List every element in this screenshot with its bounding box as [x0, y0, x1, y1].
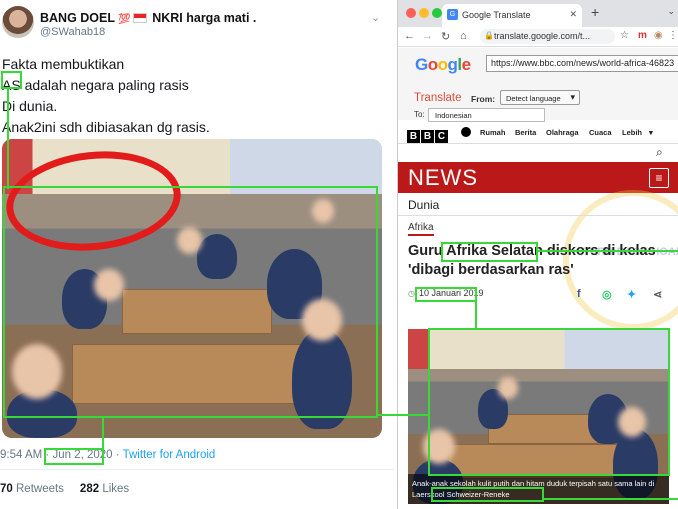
new-tab-icon[interactable]: + [591, 4, 599, 20]
blurred-face [12, 344, 62, 399]
google-logo[interactable]: Google [415, 55, 471, 75]
address-bar: ← → ↻ ⌂ 🔒 translate.google.com/t... ☆ m … [398, 27, 678, 47]
tab-google-translate[interactable]: G Google Translate ✕ [442, 4, 582, 27]
divider [398, 215, 678, 216]
home-icon[interactable]: ⌂ [460, 30, 467, 42]
display-name-suffix: NKRI harga mati . [152, 11, 257, 25]
blurred-face [423, 429, 455, 464]
chevron-down-icon[interactable]: ▾ [649, 128, 653, 137]
tweet-meta: 9:54 AM · Jun 2, 2020 · Twitter for Andr… [0, 449, 216, 461]
forward-icon[interactable]: → [422, 30, 433, 42]
blurred-face [94, 269, 124, 301]
facebook-icon[interactable]: f [577, 288, 581, 300]
bbc-logo[interactable]: BBC [407, 126, 449, 144]
desk [122, 289, 272, 334]
news-title[interactable]: NEWS [408, 165, 478, 191]
from-language-select[interactable]: Detect language [500, 90, 580, 105]
connector-line [544, 498, 678, 500]
retweets-count[interactable]: 70 [0, 483, 13, 495]
user-icon[interactable] [461, 127, 471, 137]
clock-icon: ◷ [408, 289, 415, 298]
divider [0, 469, 394, 470]
tweet-text: Fakta membuktikan AS adalah negara palin… [2, 56, 210, 135]
tweet-panel: BANG DOEL 💯 NKRI harga mati . @SWahab18 … [0, 0, 394, 509]
likes-label[interactable]: Likes [102, 483, 129, 495]
extension-icon[interactable]: m [638, 30, 647, 41]
blurred-face [302, 299, 342, 341]
connector-line [102, 418, 104, 449]
twitter-icon[interactable]: ✦ [627, 288, 636, 301]
bbc-header: BBC Rumah Berita Olahraga Cuaca Lebih ▾ [398, 120, 678, 144]
display-name-text: BANG DOEL [40, 11, 115, 25]
classroom-wall [408, 329, 669, 369]
close-tab-icon[interactable]: ✕ [569, 9, 577, 20]
section-dunia[interactable]: Dunia [408, 198, 439, 212]
from-label: From: [471, 94, 496, 104]
minimize-window-icon[interactable] [419, 8, 429, 18]
article-date: 10 Januari 2019 [419, 288, 484, 298]
user-handle[interactable]: @SWahab18 [40, 26, 105, 38]
retweets-label[interactable]: Retweets [16, 483, 64, 495]
star-icon[interactable]: ☆ [620, 30, 629, 41]
tweet-source-link[interactable]: Twitter for Android [123, 449, 216, 461]
menu-icon[interactable]: ⋮ [668, 30, 678, 41]
google-translate-icon: G [447, 9, 458, 20]
back-icon[interactable]: ← [404, 30, 415, 42]
likes-count[interactable]: 282 [80, 483, 99, 495]
nav-lebih[interactable]: Lebih [622, 128, 642, 137]
article-headline: Guru Afrika Selatan diskors di kelas 'di… [408, 243, 656, 278]
chevron-down-icon[interactable]: ⌄ [371, 11, 380, 24]
article-photo[interactable]: Anak-anak sekolah kulit putih dan hitam … [408, 329, 669, 504]
indonesia-flag-icon [132, 13, 147, 23]
url-text: translate.google.com/t... [494, 31, 591, 41]
search-icon[interactable]: ⌕ [656, 145, 663, 160]
tab-title: Google Translate [462, 10, 531, 20]
connector-line [538, 250, 678, 252]
blurred-face [498, 377, 518, 399]
nav-cuaca[interactable]: Cuaca [589, 128, 612, 137]
blurred-face [618, 407, 646, 437]
whatsapp-icon[interactable]: ◎ [602, 288, 612, 301]
news-banner: NEWS ≡ [398, 162, 678, 193]
avatar[interactable] [2, 6, 34, 38]
reload-icon[interactable]: ↻ [441, 30, 450, 43]
nav-berita[interactable]: Berita [515, 128, 536, 137]
share-icon[interactable]: ⋖ [653, 288, 662, 301]
connector-line [378, 414, 430, 416]
nav-rumah[interactable]: Rumah [480, 128, 505, 137]
blurred-face [312, 199, 334, 223]
hamburger-menu-icon[interactable]: ≡ [649, 168, 669, 188]
connector-line [475, 302, 477, 329]
subsection-afrika[interactable]: Afrika [408, 222, 434, 236]
connector-line [7, 89, 9, 189]
nav-olahraga[interactable]: Olahraga [546, 128, 579, 137]
lock-icon: 🔒 [484, 31, 494, 40]
tab-list-chevron-icon[interactable]: ⌄ [667, 6, 675, 17]
child [292, 329, 352, 429]
display-name[interactable]: BANG DOEL 💯 NKRI harga mati . [40, 11, 256, 25]
to-language-select[interactable]: Indonesian [428, 108, 545, 122]
child [197, 234, 237, 279]
translate-label: Translate [414, 92, 462, 104]
maximize-window-icon[interactable] [432, 8, 442, 18]
browser-window: G Google Translate ✕ + ⌄ ← → ↻ ⌂ 🔒 trans… [397, 0, 678, 509]
tweet-time: 9:54 AM [0, 449, 43, 461]
blurred-face [177, 227, 202, 254]
translate-url-input[interactable]: https://www.bbc.com/news/world-africa-46… [486, 55, 678, 72]
desk [72, 344, 302, 404]
tab-bar: G Google Translate ✕ + ⌄ [398, 0, 678, 27]
profile-icon[interactable]: ◉ [654, 30, 663, 41]
url-field[interactable]: 🔒 translate.google.com/t... [480, 29, 615, 44]
tweet-stats: 70 Retweets 282 Likes [0, 483, 129, 495]
close-window-icon[interactable] [406, 8, 416, 18]
tweet-date[interactable]: Jun 2, 2020 [52, 449, 112, 461]
hundred-points-icon: 💯 [118, 14, 131, 25]
to-label: To: [414, 110, 425, 119]
